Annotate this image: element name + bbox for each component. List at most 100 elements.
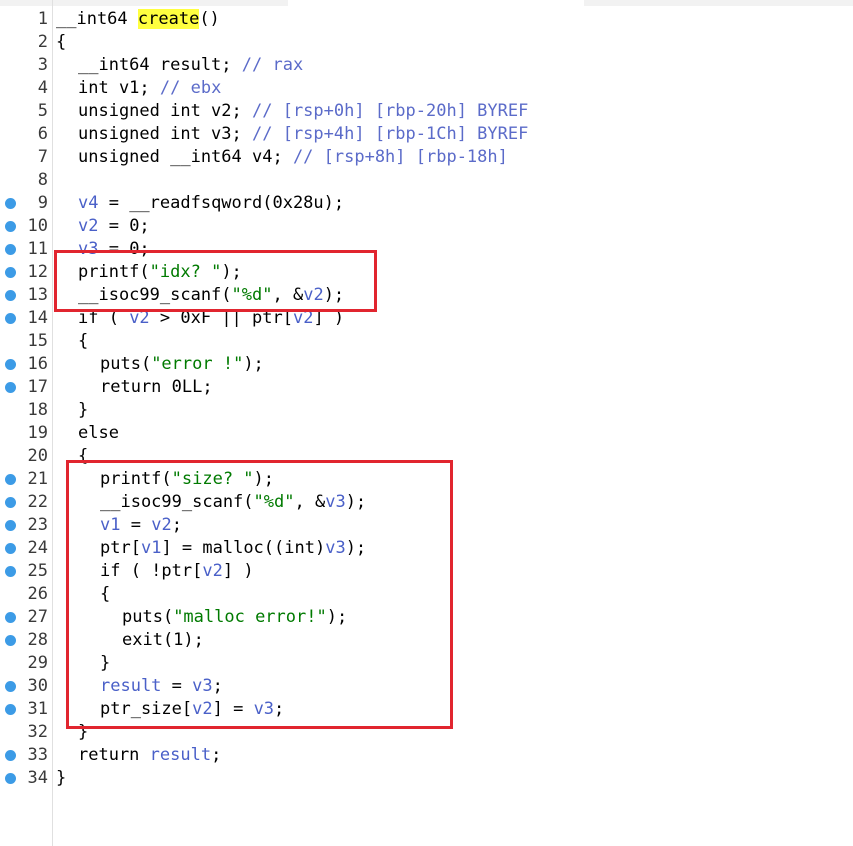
code-token: __int64 result; xyxy=(78,55,242,75)
code-token: unsigned __int64 v4; xyxy=(78,147,293,167)
code-text: else xyxy=(78,422,119,445)
code-text: } xyxy=(78,399,88,422)
code-text: v2 = 0; xyxy=(78,215,150,238)
code-line[interactable]: 16 puts("error !"); xyxy=(0,353,853,376)
annotation-box-idx-input xyxy=(54,250,377,312)
active-editor-tab[interactable] xyxy=(288,0,584,6)
code-token: } xyxy=(56,768,67,788)
line-number: 4 xyxy=(37,78,48,98)
code-text: unsigned __int64 v4; // [rsp+8h] [rbp-18… xyxy=(78,146,508,169)
line-number: 13 xyxy=(27,285,48,305)
code-text: return result; xyxy=(78,744,221,767)
code-text: { xyxy=(78,330,88,353)
line-number: 27 xyxy=(27,607,48,627)
code-line[interactable]: 1 __int64 create() xyxy=(0,8,853,31)
line-number: 21 xyxy=(27,469,48,489)
line-number: 5 xyxy=(37,101,48,121)
code-line[interactable]: 10 v2 = 0; xyxy=(0,215,853,238)
code-text: puts("error !"); xyxy=(100,353,264,376)
code-line[interactable]: 4 int v1; // ebx xyxy=(0,77,853,100)
line-number: 23 xyxy=(27,515,48,535)
code-comment: // [rsp+4h] [rbp-1Ch] BYREF xyxy=(252,124,529,144)
line-number: 22 xyxy=(27,492,48,512)
code-token: = 0; xyxy=(98,216,150,236)
code-comment: // [rsp+8h] [rbp-18h] xyxy=(292,147,508,167)
line-number: 2 xyxy=(37,32,48,52)
code-text: } xyxy=(56,767,66,790)
line-number: 19 xyxy=(27,423,48,443)
code-text: return 0LL; xyxy=(100,376,213,399)
line-number: 17 xyxy=(27,377,48,397)
line-number: 11 xyxy=(27,239,48,259)
code-token: return xyxy=(78,745,150,765)
code-token: unsigned int v3; xyxy=(78,124,252,144)
code-line[interactable]: 15 { xyxy=(0,330,853,353)
line-number: 25 xyxy=(27,561,48,581)
code-token: __int64 xyxy=(56,9,138,29)
code-line[interactable]: 3 __int64 result; // rax xyxy=(0,54,853,77)
line-number: 26 xyxy=(27,584,48,604)
line-number: 9 xyxy=(37,193,48,213)
code-line[interactable]: 5 unsigned int v2; // [rsp+0h] [rbp-20h] … xyxy=(0,100,853,123)
line-number: 29 xyxy=(27,653,48,673)
line-number: 28 xyxy=(27,630,48,650)
code-token: ); xyxy=(243,354,264,374)
line-number: 30 xyxy=(27,676,48,696)
code-line[interactable]: 8 xyxy=(0,169,853,192)
code-line[interactable]: 6 unsigned int v3; // [rsp+4h] [rbp-1Ch] … xyxy=(0,123,853,146)
code-token: = __readfsqword(0x28u); xyxy=(98,193,345,213)
line-number: 20 xyxy=(27,446,48,466)
code-line[interactable]: 7 unsigned __int64 v4; // [rsp+8h] [rbp-1… xyxy=(0,146,853,169)
line-number: 7 xyxy=(37,147,48,167)
code-line[interactable]: 33 return result; xyxy=(0,744,853,767)
code-text: __int64 create() xyxy=(56,8,220,31)
line-number: 1 xyxy=(37,9,48,29)
code-line[interactable]: 2{ xyxy=(0,31,853,54)
highlighted-identifier[interactable]: create xyxy=(137,9,200,29)
variable-token[interactable]: v4 xyxy=(78,193,98,213)
code-token: else xyxy=(78,423,119,443)
line-number: 10 xyxy=(27,216,48,236)
code-line[interactable]: 19 else xyxy=(0,422,853,445)
code-token: ; xyxy=(211,745,222,765)
variable-token[interactable]: result xyxy=(150,745,211,765)
line-number: 16 xyxy=(27,354,48,374)
code-line[interactable]: 34} xyxy=(0,767,853,790)
line-number: 14 xyxy=(27,308,48,328)
code-text: __int64 result; // rax xyxy=(78,54,303,77)
code-token: int v1; xyxy=(78,78,160,98)
line-number: 15 xyxy=(27,331,48,351)
variable-token[interactable]: v2 xyxy=(78,216,98,236)
code-text: int v1; // ebx xyxy=(78,77,221,100)
line-number: 18 xyxy=(27,400,48,420)
string-literal: "error !" xyxy=(151,354,244,374)
code-token: return 0LL; xyxy=(100,377,213,397)
annotation-box-size-malloc xyxy=(66,460,453,729)
line-number: 6 xyxy=(37,124,48,144)
code-text: unsigned int v2; // [rsp+0h] [rbp-20h] B… xyxy=(78,100,528,123)
code-text: v4 = __readfsqword(0x28u); xyxy=(78,192,344,215)
code-line[interactable]: 9 v4 = __readfsqword(0x28u); xyxy=(0,192,853,215)
code-text: unsigned int v3; // [rsp+4h] [rbp-1Ch] B… xyxy=(78,123,528,146)
code-token: { xyxy=(56,32,67,52)
code-token: unsigned int v2; xyxy=(78,101,252,121)
line-number: 3 xyxy=(37,55,48,75)
line-number: 12 xyxy=(27,262,48,282)
code-comment: // [rsp+0h] [rbp-20h] BYREF xyxy=(252,101,529,121)
line-number: 33 xyxy=(27,745,48,765)
editor-tab-strip xyxy=(0,0,853,6)
code-token: () xyxy=(199,9,220,29)
code-text: { xyxy=(56,31,66,54)
code-line[interactable]: 18} xyxy=(0,399,853,422)
code-token: puts( xyxy=(100,354,152,374)
line-number: 8 xyxy=(37,170,48,190)
code-line[interactable]: 17 return 0LL; xyxy=(0,376,853,399)
code-token: { xyxy=(78,331,89,351)
code-comment: // ebx xyxy=(159,78,222,98)
code-token: } xyxy=(78,400,89,420)
line-number: 32 xyxy=(27,722,48,742)
line-number: 24 xyxy=(27,538,48,558)
line-number: 31 xyxy=(27,699,48,719)
line-number: 34 xyxy=(27,768,48,788)
code-comment: // rax xyxy=(241,55,304,75)
